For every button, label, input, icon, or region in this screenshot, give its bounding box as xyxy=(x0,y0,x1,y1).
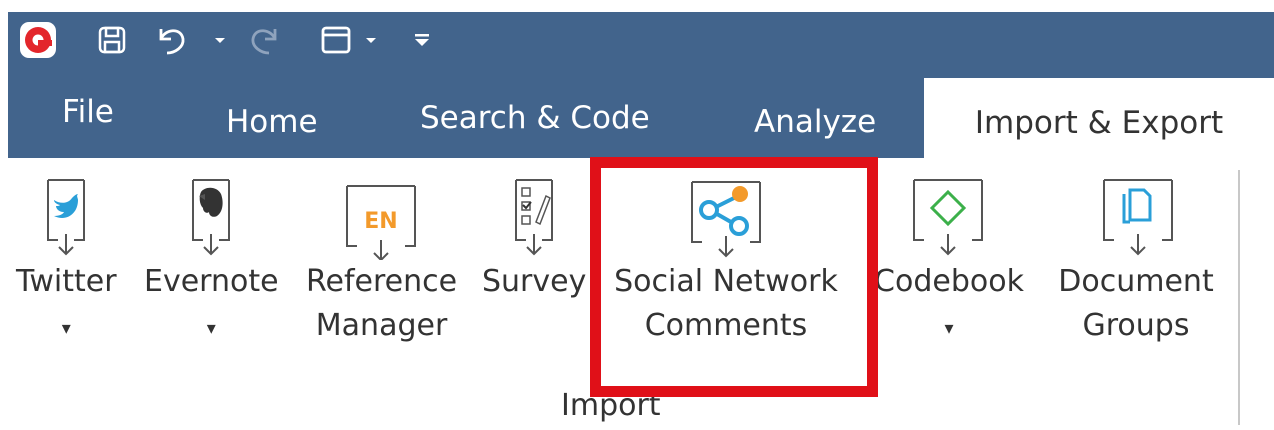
tab-file[interactable]: File xyxy=(62,94,114,130)
reference-manager-button[interactable]: EN Reference Manager xyxy=(306,170,457,348)
reference-manager-icon: EN xyxy=(307,170,457,262)
tab-search-code[interactable]: Search & Code xyxy=(420,100,650,136)
survey-icon xyxy=(500,170,568,260)
survey-button[interactable]: Survey xyxy=(482,170,586,304)
twitter-dropdown-icon[interactable]: ▾ xyxy=(62,318,71,338)
document-groups-label-line2: Groups xyxy=(1082,308,1190,343)
customize-icon[interactable] xyxy=(404,20,440,60)
codebook-icon xyxy=(866,170,1032,260)
highlight-box xyxy=(590,157,878,397)
codebook-label: Codebook xyxy=(874,264,1024,299)
undo-icon[interactable] xyxy=(152,20,192,60)
tab-analyze[interactable]: Analyze xyxy=(754,104,876,140)
evernote-icon xyxy=(177,170,245,260)
title-bar xyxy=(8,12,1274,76)
evernote-button[interactable]: Evernote ▾ xyxy=(144,170,279,338)
evernote-label: Evernote xyxy=(144,264,279,299)
survey-label: Survey xyxy=(482,264,587,299)
window-dropdown-icon[interactable] xyxy=(356,20,386,60)
twitter-label: Twitter xyxy=(16,264,117,299)
twitter-button[interactable]: Twitter ▾ xyxy=(16,170,117,338)
twitter-icon xyxy=(32,170,100,260)
app-logo-icon[interactable] xyxy=(16,20,60,60)
top-strip xyxy=(0,0,1274,12)
document-groups-label: Document Groups xyxy=(1058,260,1213,348)
codebook-dropdown-icon[interactable]: ▾ xyxy=(944,318,953,338)
tab-home[interactable]: Home xyxy=(226,104,318,140)
group-separator xyxy=(1238,170,1240,425)
document-groups-button[interactable]: Document Groups xyxy=(1048,170,1224,348)
tab-import-export[interactable]: Import & Export xyxy=(924,78,1274,160)
window-icon[interactable] xyxy=(316,20,356,60)
undo-dropdown-icon[interactable] xyxy=(200,20,240,60)
save-icon[interactable] xyxy=(92,20,132,60)
evernote-dropdown-icon[interactable]: ▾ xyxy=(207,318,216,338)
document-groups-icon xyxy=(1048,170,1224,260)
reference-manager-icon-text: EN xyxy=(364,209,397,234)
codebook-button[interactable]: Codebook ▾ xyxy=(866,170,1032,338)
document-groups-label-line1: Document xyxy=(1058,264,1214,299)
reference-manager-label-line1: Reference xyxy=(306,264,458,299)
reference-manager-label-line2: Manager xyxy=(315,308,448,343)
redo-icon[interactable] xyxy=(244,20,284,60)
reference-manager-label: Reference Manager xyxy=(306,260,457,348)
